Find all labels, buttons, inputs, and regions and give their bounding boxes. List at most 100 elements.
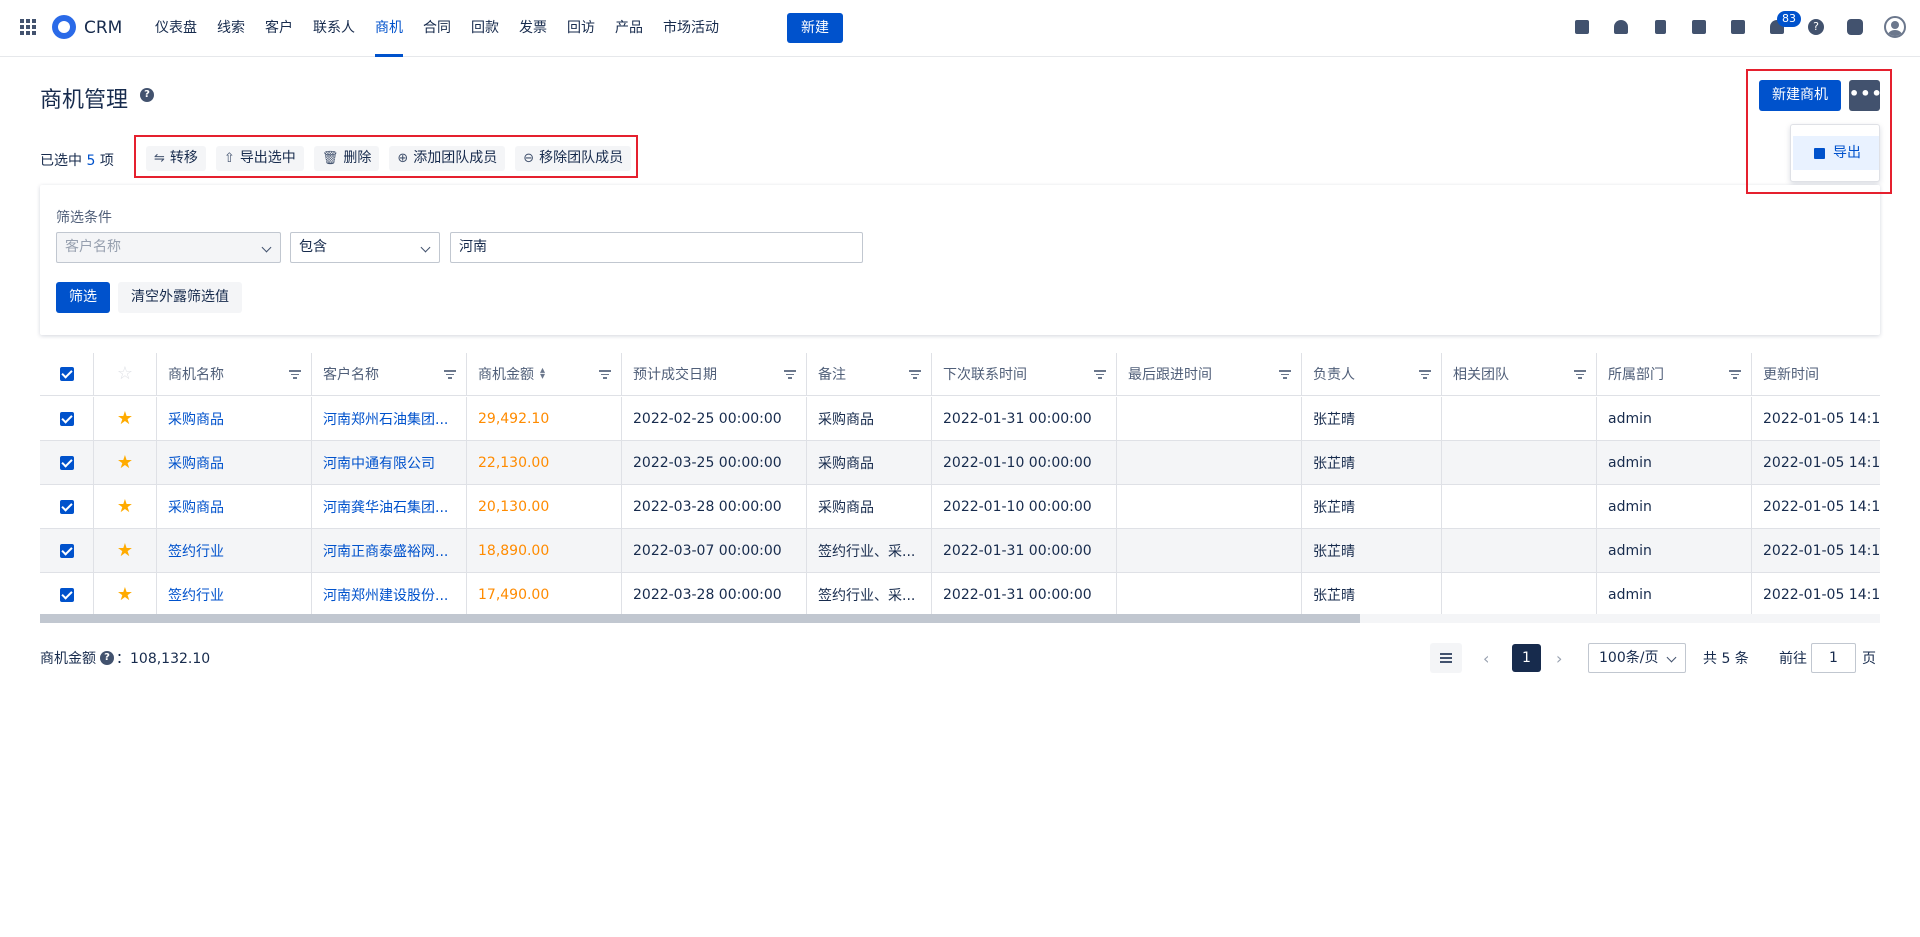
contact-person-icon[interactable] — [1611, 17, 1631, 37]
user-avatar[interactable] — [1884, 16, 1906, 38]
document-icon[interactable] — [1650, 17, 1670, 37]
apps-grid-icon[interactable] — [20, 19, 36, 35]
star-filled-icon[interactable]: ★ — [117, 585, 133, 604]
cell-name[interactable]: 采购商品 — [157, 485, 312, 528]
star-filled-icon[interactable]: ★ — [117, 497, 133, 516]
column-header[interactable]: 所属部门 — [1597, 353, 1752, 395]
row-select-cell[interactable] — [40, 485, 94, 528]
table-row[interactable]: ★ 采购商品 河南郑州石油集团... 29,492.10 2022-02-25 00:0… — [40, 397, 1880, 441]
column-header[interactable]: 备注 — [807, 353, 932, 395]
row-checkbox[interactable] — [59, 455, 74, 470]
row-checkbox[interactable] — [59, 411, 74, 426]
nav-item[interactable]: 回访 — [557, 0, 605, 57]
next-page-icon[interactable]: › — [1556, 649, 1562, 668]
prev-page-icon[interactable]: ‹ — [1483, 649, 1489, 668]
row-star-cell[interactable]: ★ — [94, 485, 157, 528]
star-filled-icon[interactable]: ★ — [117, 409, 133, 428]
cell-name[interactable]: 签约行业 — [157, 529, 312, 572]
cell-customer[interactable]: 河南龚华油石集团... — [312, 485, 467, 528]
task-check-icon[interactable] — [1572, 17, 1592, 37]
page-help-icon[interactable]: ? — [140, 88, 154, 102]
nav-item[interactable]: 合同 — [413, 0, 461, 57]
column-filter-icon[interactable] — [599, 370, 611, 379]
cell-customer[interactable]: 河南正商泰盛裕网... — [312, 529, 467, 572]
column-header[interactable]: 客户名称 — [312, 353, 467, 395]
table-row[interactable]: ★ 采购商品 河南龚华油石集团... 20,130.00 2022-03-28 00:0… — [40, 485, 1880, 529]
row-checkbox[interactable] — [59, 587, 74, 602]
nav-item[interactable]: 商机 — [365, 0, 413, 57]
cell-name[interactable]: 采购商品 — [157, 441, 312, 484]
column-filter-icon[interactable] — [784, 370, 796, 379]
sort-icon[interactable]: ▴ ▾ — [540, 366, 545, 382]
column-header[interactable]: 下次联系时间 — [932, 353, 1117, 395]
cell-customer[interactable]: 河南中通有限公司 — [312, 441, 467, 484]
nav-item[interactable]: 市场活动 — [653, 0, 729, 57]
column-header[interactable]: 最后跟进时间 — [1117, 353, 1302, 395]
nav-item[interactable]: 发票 — [509, 0, 557, 57]
star-filled-icon[interactable]: ★ — [117, 453, 133, 472]
filter-value-input[interactable]: 河南 — [450, 232, 863, 263]
notification-bell-icon[interactable]: 83 — [1767, 11, 1801, 37]
column-filter-icon[interactable] — [1279, 370, 1291, 379]
nav-item[interactable]: 联系人 — [303, 0, 365, 57]
row-checkbox[interactable] — [59, 543, 74, 558]
row-select-cell[interactable] — [40, 529, 94, 572]
page-size-select[interactable]: 100条/页 — [1588, 643, 1686, 673]
column-filter-icon[interactable] — [289, 370, 301, 379]
select-all-cell[interactable] — [40, 353, 94, 395]
filter-field-select[interactable]: 客户名称 — [56, 232, 281, 263]
star-filled-icon[interactable]: ★ — [117, 541, 133, 560]
row-star-cell[interactable]: ★ — [94, 573, 157, 616]
table-row[interactable]: ★ 采购商品 河南中通有限公司 22,130.00 2022-03-25 00:00:0… — [40, 441, 1880, 485]
row-star-cell[interactable]: ★ — [94, 441, 157, 484]
column-header[interactable]: 更新时间⚟ — [1752, 353, 1880, 395]
nav-item[interactable]: 产品 — [605, 0, 653, 57]
list-menu-icon[interactable] — [1430, 643, 1462, 673]
nav-new-button[interactable]: 新建 — [787, 13, 843, 43]
column-filter-icon[interactable] — [1574, 370, 1586, 379]
cell-name[interactable]: 签约行业 — [157, 573, 312, 616]
row-select-cell[interactable] — [40, 397, 94, 440]
row-star-cell[interactable]: ★ — [94, 529, 157, 572]
column-filter-icon[interactable] — [1729, 370, 1741, 379]
clear-filter-button[interactable]: 清空外露筛选值 — [118, 282, 242, 313]
table-row[interactable]: ★ 签约行业 河南郑州建设股份... 17,490.00 2022-03-28 00:0… — [40, 573, 1880, 617]
apply-filter-button[interactable]: 筛选 — [56, 282, 110, 313]
column-header[interactable]: 商机名称 — [157, 353, 312, 395]
star-outline-icon[interactable]: ☆ — [117, 365, 133, 383]
cell-dept: admin — [1597, 397, 1752, 440]
filter-field-placeholder: 客户名称 — [65, 239, 121, 255]
phone-icon[interactable] — [1689, 17, 1709, 37]
row-checkbox[interactable] — [59, 499, 74, 514]
column-header[interactable]: 相关团队 — [1442, 353, 1597, 395]
row-star-cell[interactable]: ★ — [94, 397, 157, 440]
settings-gear-icon[interactable] — [1845, 17, 1865, 37]
amount-help-icon[interactable]: ? — [100, 651, 114, 665]
cell-name[interactable]: 采购商品 — [157, 397, 312, 440]
column-filter-icon[interactable] — [1419, 370, 1431, 379]
filter-operator-select[interactable]: 包含 — [290, 232, 440, 263]
nav-item[interactable]: 回款 — [461, 0, 509, 57]
column-header[interactable]: 商机金额 ▴ ▾ — [467, 353, 622, 395]
cell-customer[interactable]: 河南郑州石油集团... — [312, 397, 467, 440]
column-header[interactable]: 预计成交日期 — [622, 353, 807, 395]
nav-item[interactable]: 线索 — [207, 0, 255, 57]
row-select-cell[interactable] — [40, 441, 94, 484]
cell-customer[interactable]: 河南郑州建设股份... — [312, 573, 467, 616]
table-row[interactable]: ★ 签约行业 河南正商泰盛裕网... 18,890.00 2022-03-07 00:0… — [40, 529, 1880, 573]
cell-owner: 张芷晴 — [1302, 529, 1442, 572]
current-page-button[interactable]: 1 — [1512, 644, 1541, 672]
column-filter-icon[interactable] — [1094, 370, 1106, 379]
select-all-checkbox[interactable] — [59, 367, 74, 381]
goto-page-input[interactable]: 1 — [1811, 643, 1856, 673]
cell-deal-date: 2022-03-28 00:00:00 — [622, 485, 807, 528]
calendar-icon[interactable] — [1728, 17, 1748, 37]
column-filter-icon[interactable] — [444, 370, 456, 379]
column-filter-icon[interactable] — [909, 370, 921, 379]
nav-item[interactable]: 客户 — [255, 0, 303, 57]
nav-item[interactable]: 仪表盘 — [145, 0, 207, 57]
row-select-cell[interactable] — [40, 573, 94, 616]
help-circle-icon[interactable]: ? — [1806, 17, 1826, 37]
column-header[interactable]: 负责人 — [1302, 353, 1442, 395]
horizontal-scrollbar-thumb[interactable] — [40, 614, 1360, 623]
